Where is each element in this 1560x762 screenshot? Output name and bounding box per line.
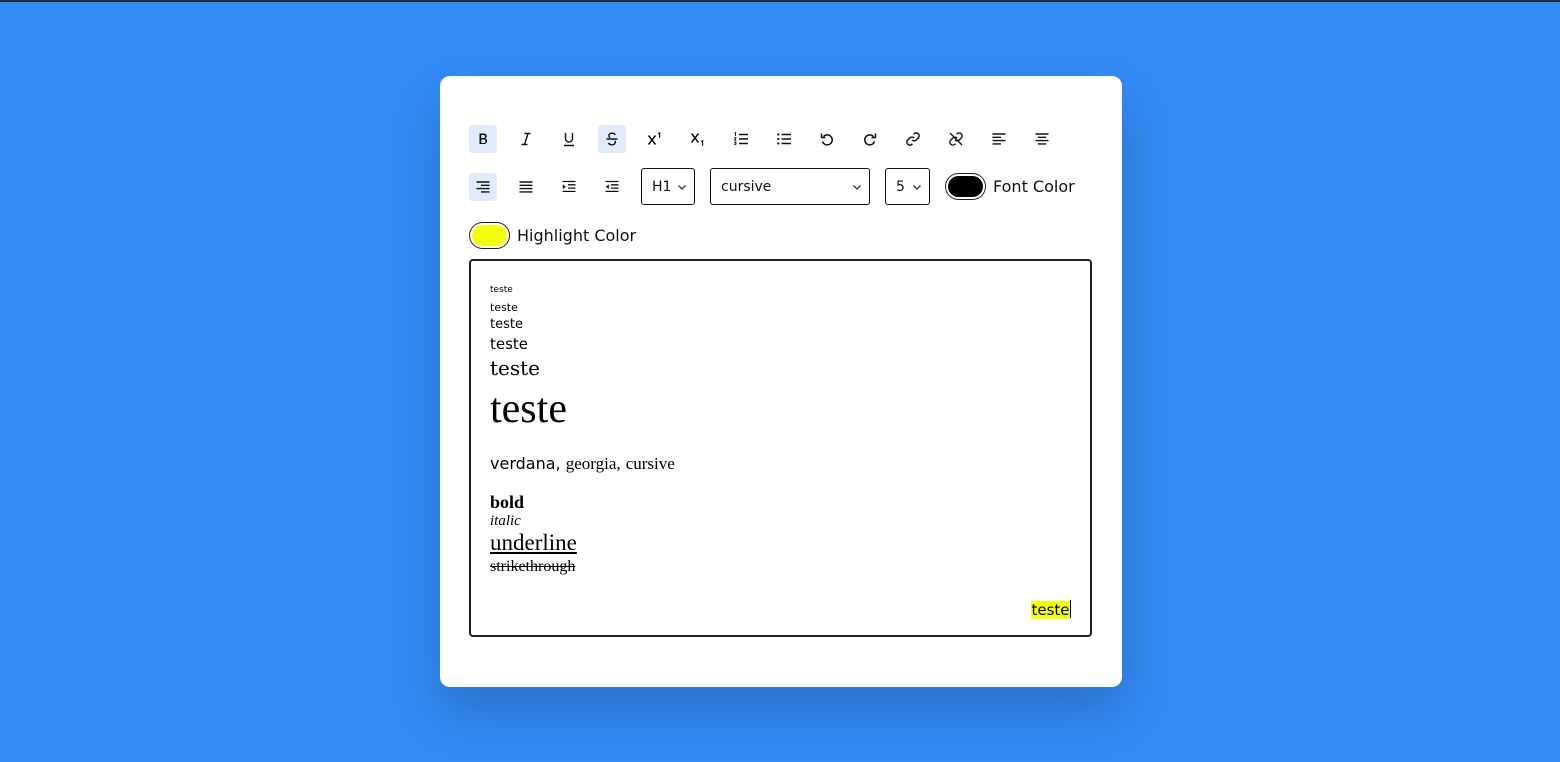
verdana-sample: verdana, [490,454,561,473]
align-center-icon [1035,133,1049,145]
highlighted-line: teste [1031,600,1071,619]
italic-sample: italic [490,513,521,529]
ordered-list-button[interactable] [727,125,755,153]
justify-icon [519,180,533,193]
outdent-button[interactable] [598,173,626,201]
unlink-icon [949,132,963,146]
georgia-sample: georgia, [565,454,621,473]
redo-icon [864,133,877,146]
superscript-button[interactable] [641,125,669,153]
align-right-button[interactable] [469,172,497,201]
indent-button[interactable] [555,173,583,201]
size-sample-6: teste [490,386,567,432]
toolbar-row-2: H1 cursive 5 Font Color [469,168,1075,205]
unlink-button[interactable] [942,125,970,153]
link-button[interactable] [899,125,927,153]
editor-card: H1 cursive 5 Font Color Highlight Color … [440,76,1122,687]
align-left-icon [992,133,1006,145]
indent-icon [562,180,576,192]
strikethrough-sample: strikethrough [490,558,576,575]
italic-button[interactable] [512,125,540,153]
chevron-down-icon [678,184,686,190]
font-color-label: Font Color [993,177,1075,196]
highlighted-text: teste [1031,601,1070,619]
bold-button[interactable] [469,125,497,153]
highlight-color-label: Highlight Color [517,226,637,245]
size-sample-5: teste [490,356,541,380]
size-sample-1: teste [490,285,513,295]
undo-icon [820,133,833,146]
underline-sample: underline [490,530,577,555]
undo-button[interactable] [813,125,841,153]
highlight-color-swatch [472,225,507,246]
font-size-select-value: 5 [896,178,905,195]
outdent-icon [605,180,619,192]
unordered-list-button[interactable] [770,125,798,153]
justify-button[interactable] [512,173,540,201]
heading-select[interactable]: H1 [641,168,695,205]
font-color-swatch [948,176,983,197]
size-sample-2: teste [490,301,518,314]
bold-icon [479,133,488,144]
window-top-edge [0,0,1560,2]
toolbar-row-3: Highlight Color [469,222,636,249]
font-color-picker[interactable] [945,173,986,200]
font-family-select-value: cursive [721,178,772,195]
chevron-down-icon [913,184,921,190]
underline-icon [564,133,574,147]
ordered-list-icon [733,131,748,145]
strikethrough-button[interactable] [598,125,626,153]
font-family-select[interactable]: cursive [710,168,870,205]
underline-button[interactable] [555,125,583,153]
align-left-button[interactable] [985,125,1013,153]
italic-icon [521,132,531,146]
text-caret [1069,600,1071,618]
unordered-list-icon [777,133,791,145]
highlight-color-picker[interactable] [469,222,510,249]
size-sample-4: teste [490,335,529,353]
font-samples-line: verdana, georgia, cursive [490,454,675,474]
strikethrough-icon [606,132,618,146]
cursive-sample: cursive [625,454,675,473]
subscript-icon [690,133,704,146]
align-center-button[interactable] [1028,125,1056,153]
size-sample-3: teste [490,317,523,332]
link-icon [906,132,920,146]
superscript-icon [647,131,661,145]
bold-sample: bold [490,492,525,512]
redo-button[interactable] [856,125,884,153]
heading-select-value: H1 [652,178,672,195]
font-size-select[interactable]: 5 [885,168,930,205]
align-right-icon [476,180,490,193]
subscript-button[interactable] [684,125,712,153]
text-editor[interactable]: teste teste teste teste teste teste verd… [469,259,1092,637]
toolbar-row-1 [469,125,1071,153]
chevron-down-icon [853,184,861,190]
